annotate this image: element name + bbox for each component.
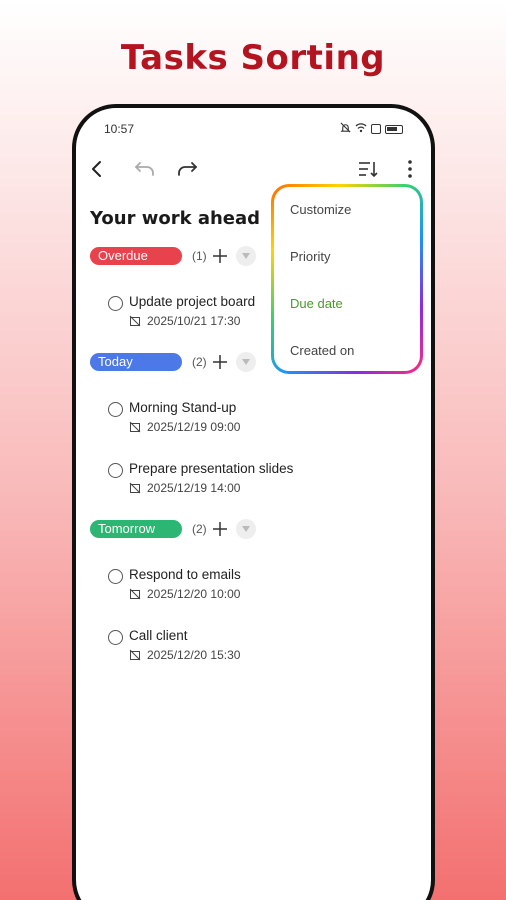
task-date-text: 2025/12/20 15:30 [147, 648, 241, 662]
page-title: Your work ahead [90, 208, 261, 229]
task-checkbox[interactable] [108, 630, 123, 645]
task-checkbox[interactable] [108, 296, 123, 311]
task-title: Prepare presentation slides [129, 461, 294, 476]
group-pill-today[interactable]: Today [90, 353, 182, 371]
task-date-text: 2025/12/19 14:00 [147, 481, 241, 495]
battery-icon [385, 124, 403, 134]
add-icon[interactable] [210, 246, 230, 266]
group-header-tomorrow: Tomorrow (2) [90, 519, 256, 539]
add-icon[interactable] [210, 519, 230, 539]
task-checkbox[interactable] [108, 569, 123, 584]
sort-option-due-date[interactable]: Due date [290, 296, 343, 311]
task-title: Morning Stand-up [129, 400, 237, 415]
sort-option-created-on[interactable]: Created on [290, 343, 354, 358]
status-icons [340, 122, 403, 136]
task-title: Update project board [129, 294, 256, 309]
task-checkbox[interactable] [108, 463, 123, 478]
alarm-off-icon [129, 315, 141, 327]
more-vertical-icon[interactable] [395, 154, 425, 184]
group-header-overdue: Overdue (1) [90, 246, 256, 266]
sort-icon[interactable] [353, 154, 383, 184]
phone-frame: 10:57 Your work ahead Overdue (1) Update… [72, 104, 435, 900]
sort-option-customize[interactable]: Customize [290, 202, 351, 217]
task-date-text: 2025/10/21 17:30 [147, 314, 241, 328]
task-date-text: 2025/12/20 10:00 [147, 587, 241, 601]
alarm-off-icon [129, 421, 141, 433]
collapse-icon[interactable] [236, 519, 256, 539]
collapse-icon[interactable] [236, 352, 256, 372]
wifi-icon [355, 122, 367, 136]
mute-icon [340, 122, 351, 136]
sort-option-priority[interactable]: Priority [290, 249, 330, 264]
alarm-off-icon [129, 588, 141, 600]
toolbar [76, 154, 431, 186]
sim-icon [371, 124, 381, 134]
sort-menu-panel: Customize Priority Due date Created on [274, 187, 420, 371]
task-date-text: 2025/12/19 09:00 [147, 420, 241, 434]
undo-icon[interactable] [130, 154, 160, 184]
task-due-date: 2025/12/20 15:30 [129, 648, 240, 662]
status-time: 10:57 [104, 122, 135, 136]
task-due-date: 2025/12/20 10:00 [129, 587, 240, 601]
task-due-date: 2025/12/19 14:00 [129, 481, 240, 495]
group-count: (2) [192, 522, 207, 536]
group-pill-overdue[interactable]: Overdue [90, 247, 182, 265]
task-title: Respond to emails [129, 567, 241, 582]
alarm-off-icon [129, 482, 141, 494]
add-icon[interactable] [210, 352, 230, 372]
collapse-icon[interactable] [236, 246, 256, 266]
task-title: Call client [129, 628, 188, 643]
redo-icon[interactable] [172, 154, 202, 184]
back-arrow-icon[interactable] [82, 154, 112, 184]
group-header-today: Today (2) [90, 352, 256, 372]
status-bar: 10:57 [104, 122, 403, 136]
alarm-off-icon [129, 649, 141, 661]
promo-title: Tasks Sorting [120, 38, 386, 78]
task-due-date: 2025/12/19 09:00 [129, 420, 240, 434]
task-checkbox[interactable] [108, 402, 123, 417]
group-count: (1) [192, 249, 207, 263]
group-pill-tomorrow[interactable]: Tomorrow [90, 520, 182, 538]
task-due-date: 2025/10/21 17:30 [129, 314, 240, 328]
group-count: (2) [192, 355, 207, 369]
sort-menu: Customize Priority Due date Created on [271, 184, 423, 374]
